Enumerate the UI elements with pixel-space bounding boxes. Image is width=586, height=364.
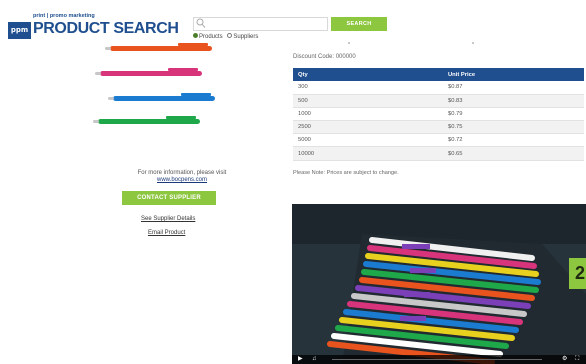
contact-supplier-button[interactable]: CONTACT SUPPLIER: [122, 191, 216, 205]
qty-cell: 300: [293, 81, 443, 95]
logo-tagline: print | promo marketing: [33, 13, 95, 19]
price-table-header: Qty Unit Price: [293, 68, 584, 81]
logo-mark: ppm: [8, 22, 31, 39]
video-progress-bar[interactable]: [332, 359, 542, 360]
price-note: Please Note: Prices are subject to chang…: [293, 170, 399, 176]
pen-blue: [108, 93, 215, 101]
radio-suppliers[interactable]: [227, 33, 233, 38]
unit-price-header: Unit Price: [443, 68, 584, 81]
play-icon[interactable]: ▶: [298, 356, 303, 363]
radio-products-label: Products: [199, 33, 223, 40]
settings-icon[interactable]: ⚙: [562, 356, 567, 363]
table-row: 10000 $0.65: [293, 146, 584, 161]
qty-cell: 500: [293, 94, 443, 108]
search-button[interactable]: SEARCH: [331, 17, 387, 31]
video-controls: ▶ ♫ ⚙ ⛶: [292, 355, 586, 364]
info-text: For more information, please visit www.b…: [112, 170, 252, 184]
price-cell: $0.72: [443, 133, 584, 148]
radio-products[interactable]: [193, 33, 198, 38]
cropped-row-marks: [348, 42, 474, 44]
qty-header: Qty: [293, 68, 443, 81]
price-cell: $0.83: [443, 94, 584, 108]
search-type-radio-group: Products Suppliers: [193, 33, 261, 40]
radio-suppliers-label: Suppliers: [233, 33, 259, 40]
discount-code: Discount Code: 000000: [293, 54, 356, 60]
video-frame: [292, 204, 586, 364]
table-row: 2500 $0.75: [293, 120, 584, 135]
price-cell: $0.87: [443, 81, 584, 95]
pen-pink: [95, 68, 202, 76]
qty-cell: 2500: [293, 120, 443, 135]
video-player[interactable]: ▶ ♫ ⚙ ⛶: [292, 204, 586, 364]
qty-cell: 10000: [293, 146, 443, 161]
page-title: PRODUCT SEARCH: [33, 20, 179, 37]
overlay-badge: 2: [569, 258, 586, 289]
table-row: 300 $0.87: [293, 81, 584, 95]
see-supplier-details-link[interactable]: See Supplier Details: [141, 216, 195, 222]
price-cell: $0.79: [443, 107, 584, 122]
supplier-website-link[interactable]: www.bocpens.com: [112, 177, 252, 184]
price-cell: $0.65: [443, 146, 584, 161]
price-table: Qty Unit Price 300 $0.87 500 $0.83 1000 $0.…: [293, 68, 584, 161]
email-product-link[interactable]: Email Product: [148, 230, 185, 236]
search-input[interactable]: [193, 17, 328, 31]
pen-orange: [105, 43, 212, 51]
volume-icon[interactable]: ♫: [312, 356, 317, 363]
fullscreen-icon[interactable]: ⛶: [575, 356, 579, 363]
table-row: 5000 $0.72: [293, 133, 584, 148]
info-line: For more information, please visit: [137, 170, 227, 176]
price-cell: $0.75: [443, 120, 584, 135]
table-row: 1000 $0.79: [293, 107, 584, 122]
qty-cell: 5000: [293, 133, 443, 148]
search-icon: [196, 18, 206, 28]
qty-cell: 1000: [293, 107, 443, 122]
pen-green: [93, 116, 200, 124]
logo[interactable]: ppm print | promo marketing PRODUCT SEAR…: [8, 12, 179, 42]
table-row: 500 $0.83: [293, 94, 584, 108]
